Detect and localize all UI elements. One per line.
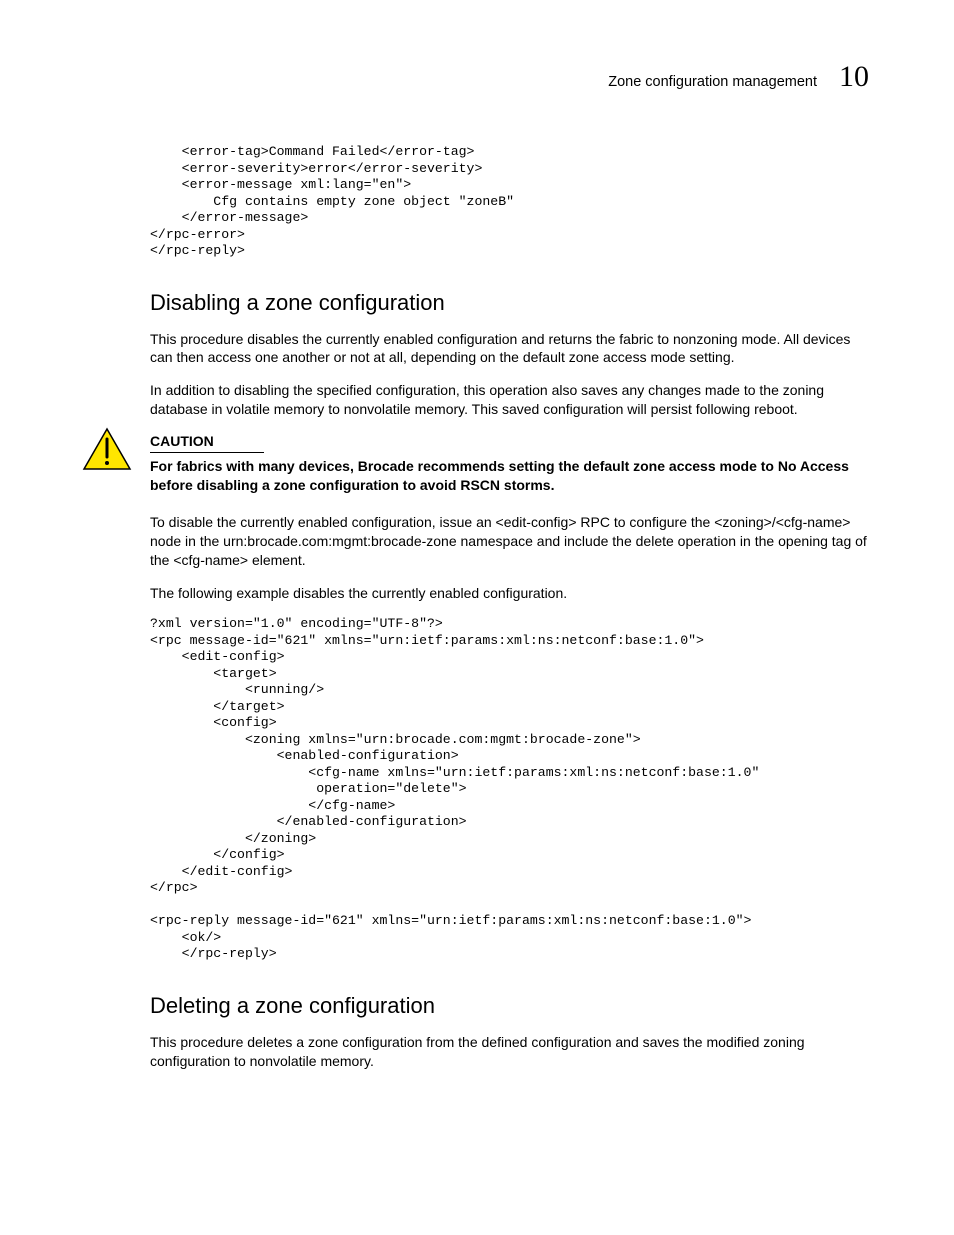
caution-label: CAUTION: [150, 433, 264, 453]
caution-icon: [82, 427, 132, 471]
header-title: Zone configuration management: [608, 74, 817, 90]
code-block-disable: ?xml version="1.0" encoding="UTF-8"?> <r…: [150, 616, 869, 963]
code-block-error: <error-tag>Command Failed</error-tag> <e…: [150, 144, 869, 260]
page: Zone configuration management 10 <error-…: [0, 0, 954, 1145]
page-header: Zone configuration management 10: [85, 60, 869, 94]
heading-deleting: Deleting a zone configuration: [150, 993, 869, 1019]
chapter-number: 10: [839, 60, 869, 94]
paragraph: To disable the currently enabled configu…: [150, 513, 869, 570]
caution-text: For fabrics with many devices, Brocade r…: [150, 457, 869, 495]
caution-block: CAUTION For fabrics with many devices, B…: [150, 433, 869, 495]
paragraph: In addition to disabling the specified c…: [150, 381, 869, 419]
paragraph: The following example disables the curre…: [150, 584, 869, 603]
content-body: <error-tag>Command Failed</error-tag> <e…: [150, 144, 869, 1071]
heading-disabling: Disabling a zone configuration: [150, 290, 869, 316]
paragraph: This procedure disables the currently en…: [150, 330, 869, 368]
paragraph: This procedure deletes a zone configurat…: [150, 1033, 869, 1071]
